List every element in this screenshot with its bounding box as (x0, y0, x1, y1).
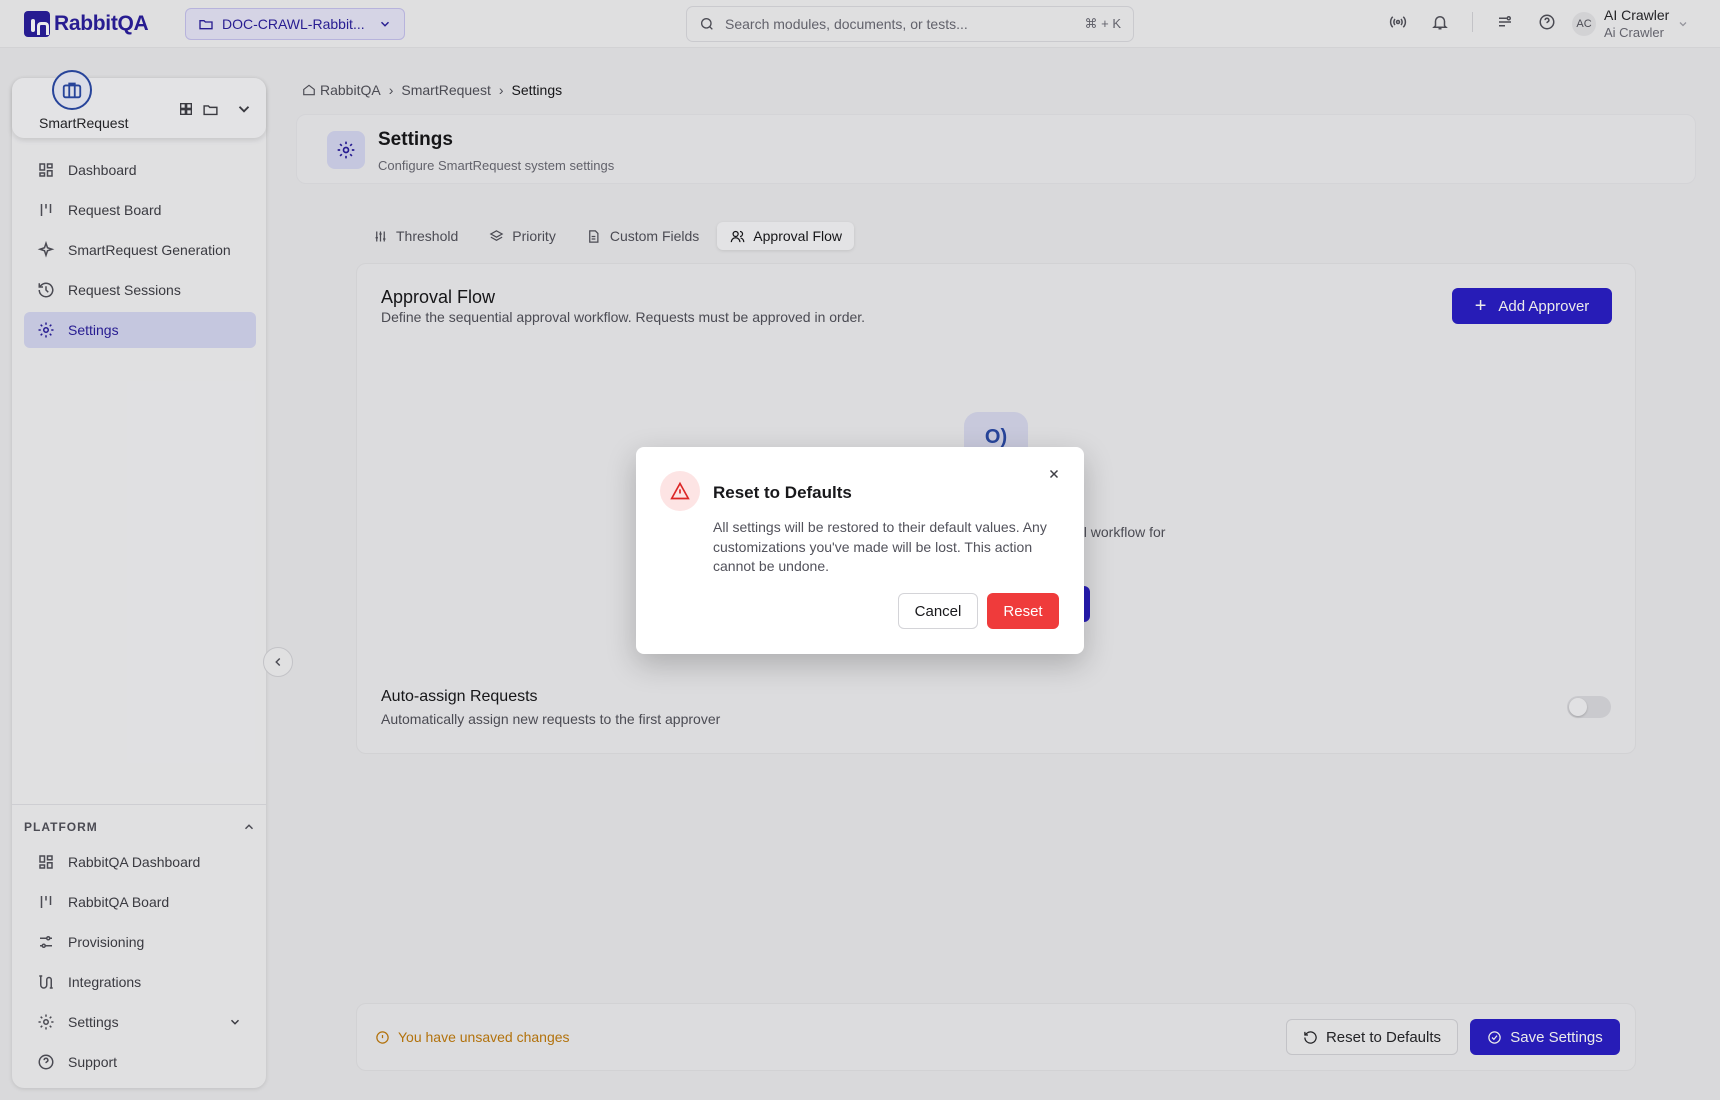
dialog-title: Reset to Defaults (713, 483, 852, 502)
cancel-button[interactable]: Cancel (898, 593, 978, 629)
dialog-body: All settings will be restored to their d… (713, 519, 1047, 574)
warning-icon (660, 471, 700, 511)
reset-confirm-dialog: Reset to Defaults All settings will be r… (636, 447, 1084, 654)
confirm-reset-button[interactable]: Reset (987, 593, 1059, 629)
close-icon[interactable] (1044, 464, 1064, 484)
